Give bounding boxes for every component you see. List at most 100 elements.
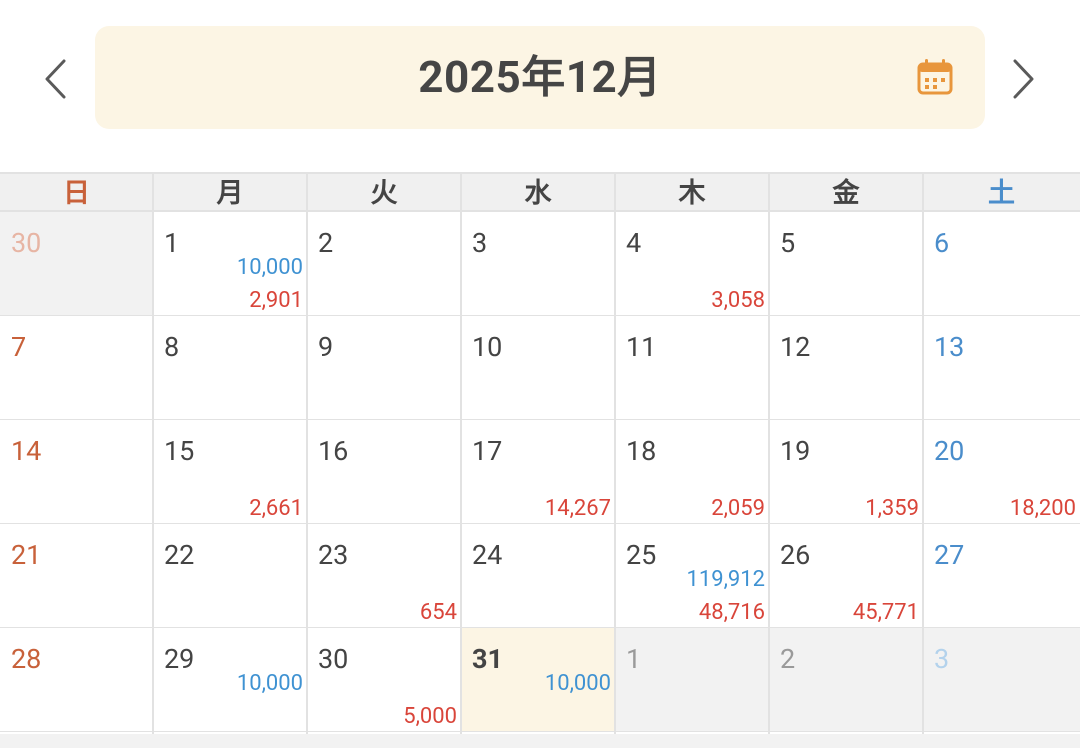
day-cell[interactable]: 1 (615, 628, 769, 732)
day-number: 5 (780, 227, 796, 259)
day-cell[interactable]: 29 10,000 (153, 628, 307, 732)
day-number: 21 (11, 539, 42, 571)
day-number: 7 (11, 331, 27, 363)
day-cell[interactable]: 3 (461, 212, 615, 316)
day-number: 8 (164, 331, 180, 363)
day-number: 12 (780, 331, 811, 363)
expense-amount: 45,771 (852, 600, 919, 625)
expense-amount: 14,267 (544, 496, 611, 521)
income-amount: 10,000 (236, 671, 303, 696)
expense-amount: 5,000 (403, 704, 457, 729)
day-cell[interactable]: 11 (615, 316, 769, 420)
day-number: 24 (472, 539, 503, 571)
day-cell[interactable]: 5 (769, 212, 923, 316)
day-number: 20 (934, 435, 965, 467)
column-divider (768, 172, 770, 734)
row-divider (0, 523, 1080, 524)
income-amount: 10,000 (236, 255, 303, 280)
weekday-thu: 木 (678, 177, 706, 209)
day-number: 15 (164, 435, 195, 467)
day-cell-today[interactable]: 31 10,000 (461, 628, 615, 732)
calendar-grid: 日月火水木金土 30 1 10,000 2,901 2 3 4 3,058 5 6 7 8 9 10 11 1… (0, 172, 1080, 734)
column-divider (614, 172, 616, 734)
day-number: 23 (318, 539, 349, 571)
day-cell[interactable]: 9 (307, 316, 461, 420)
day-number: 4 (626, 227, 642, 259)
weekday-wed: 水 (524, 177, 552, 209)
day-cell[interactable]: 3 (923, 628, 1080, 732)
row-divider (0, 315, 1080, 316)
income-amount: 119,912 (686, 567, 765, 592)
day-cell[interactable]: 22 (153, 524, 307, 628)
day-cell[interactable]: 21 (0, 524, 153, 628)
calendar-icon[interactable] (917, 58, 953, 96)
day-cell[interactable]: 19 1,359 (769, 420, 923, 524)
day-number: 1 (164, 227, 180, 259)
day-number: 27 (934, 539, 965, 571)
day-cell[interactable]: 30 5,000 (307, 628, 461, 732)
day-cell[interactable]: 8 (153, 316, 307, 420)
day-cell[interactable]: 15 2,661 (153, 420, 307, 524)
day-cell[interactable]: 26 45,771 (769, 524, 923, 628)
day-cell[interactable]: 14 (0, 420, 153, 524)
day-cell[interactable]: 13 (923, 316, 1080, 420)
day-cell[interactable]: 7 (0, 316, 153, 420)
month-selector[interactable]: 2025年12月 (95, 26, 985, 129)
column-divider (152, 172, 154, 734)
day-cell[interactable]: 30 (0, 212, 153, 316)
expense-amount: 2,661 (249, 496, 303, 521)
day-cell[interactable]: 2 (307, 212, 461, 316)
day-number: 13 (934, 331, 965, 363)
day-cell[interactable]: 10 (461, 316, 615, 420)
bottom-strip (0, 734, 1080, 748)
day-number: 31 (472, 643, 503, 675)
day-number: 30 (11, 227, 42, 259)
column-divider (306, 172, 308, 734)
day-cell[interactable]: 28 (0, 628, 153, 732)
row-divider (0, 627, 1080, 628)
day-number: 6 (934, 227, 950, 259)
weekday-tue: 火 (370, 177, 398, 209)
day-number: 2 (318, 227, 334, 259)
expense-amount: 18,200 (1009, 496, 1076, 521)
expense-amount: 1,359 (865, 496, 919, 521)
day-cell[interactable]: 12 (769, 316, 923, 420)
chevron-left-icon (45, 59, 66, 99)
expense-amount: 3,058 (711, 288, 765, 313)
day-number: 26 (780, 539, 811, 571)
day-cell[interactable]: 20 18,200 (923, 420, 1080, 524)
day-cell[interactable]: 23 654 (307, 524, 461, 628)
day-number: 14 (11, 435, 42, 467)
expense-amount: 654 (419, 600, 457, 625)
expense-amount: 48,716 (698, 600, 765, 625)
column-divider (460, 172, 462, 734)
chevron-right-icon (1013, 59, 1034, 99)
prev-month-button[interactable] (34, 55, 78, 103)
day-number: 17 (472, 435, 503, 467)
expense-amount: 2,059 (711, 496, 765, 521)
day-cell[interactable]: 18 2,059 (615, 420, 769, 524)
day-number: 16 (318, 435, 349, 467)
day-cell[interactable]: 17 14,267 (461, 420, 615, 524)
day-number: 11 (626, 331, 657, 363)
month-title: 2025年12月 (418, 51, 662, 103)
next-month-button[interactable] (1001, 55, 1045, 103)
day-cell[interactable]: 4 3,058 (615, 212, 769, 316)
day-number: 18 (626, 435, 657, 467)
day-number: 25 (626, 539, 657, 571)
weekday-fri: 金 (832, 177, 860, 209)
day-number: 2 (780, 643, 796, 675)
day-cell[interactable]: 6 (923, 212, 1080, 316)
day-cell[interactable]: 25 119,912 48,716 (615, 524, 769, 628)
weekday-header-row: 日月火水木金土 (0, 172, 1080, 212)
day-cell[interactable]: 27 (923, 524, 1080, 628)
day-cell[interactable]: 1 10,000 2,901 (153, 212, 307, 316)
day-number: 3 (934, 643, 950, 675)
income-amount: 10,000 (544, 671, 611, 696)
column-divider (922, 172, 924, 734)
weekday-sat: 土 (988, 177, 1015, 209)
day-cell[interactable]: 16 (307, 420, 461, 524)
day-cell[interactable]: 2 (769, 628, 923, 732)
day-cell[interactable]: 24 (461, 524, 615, 628)
day-number: 28 (11, 643, 42, 675)
